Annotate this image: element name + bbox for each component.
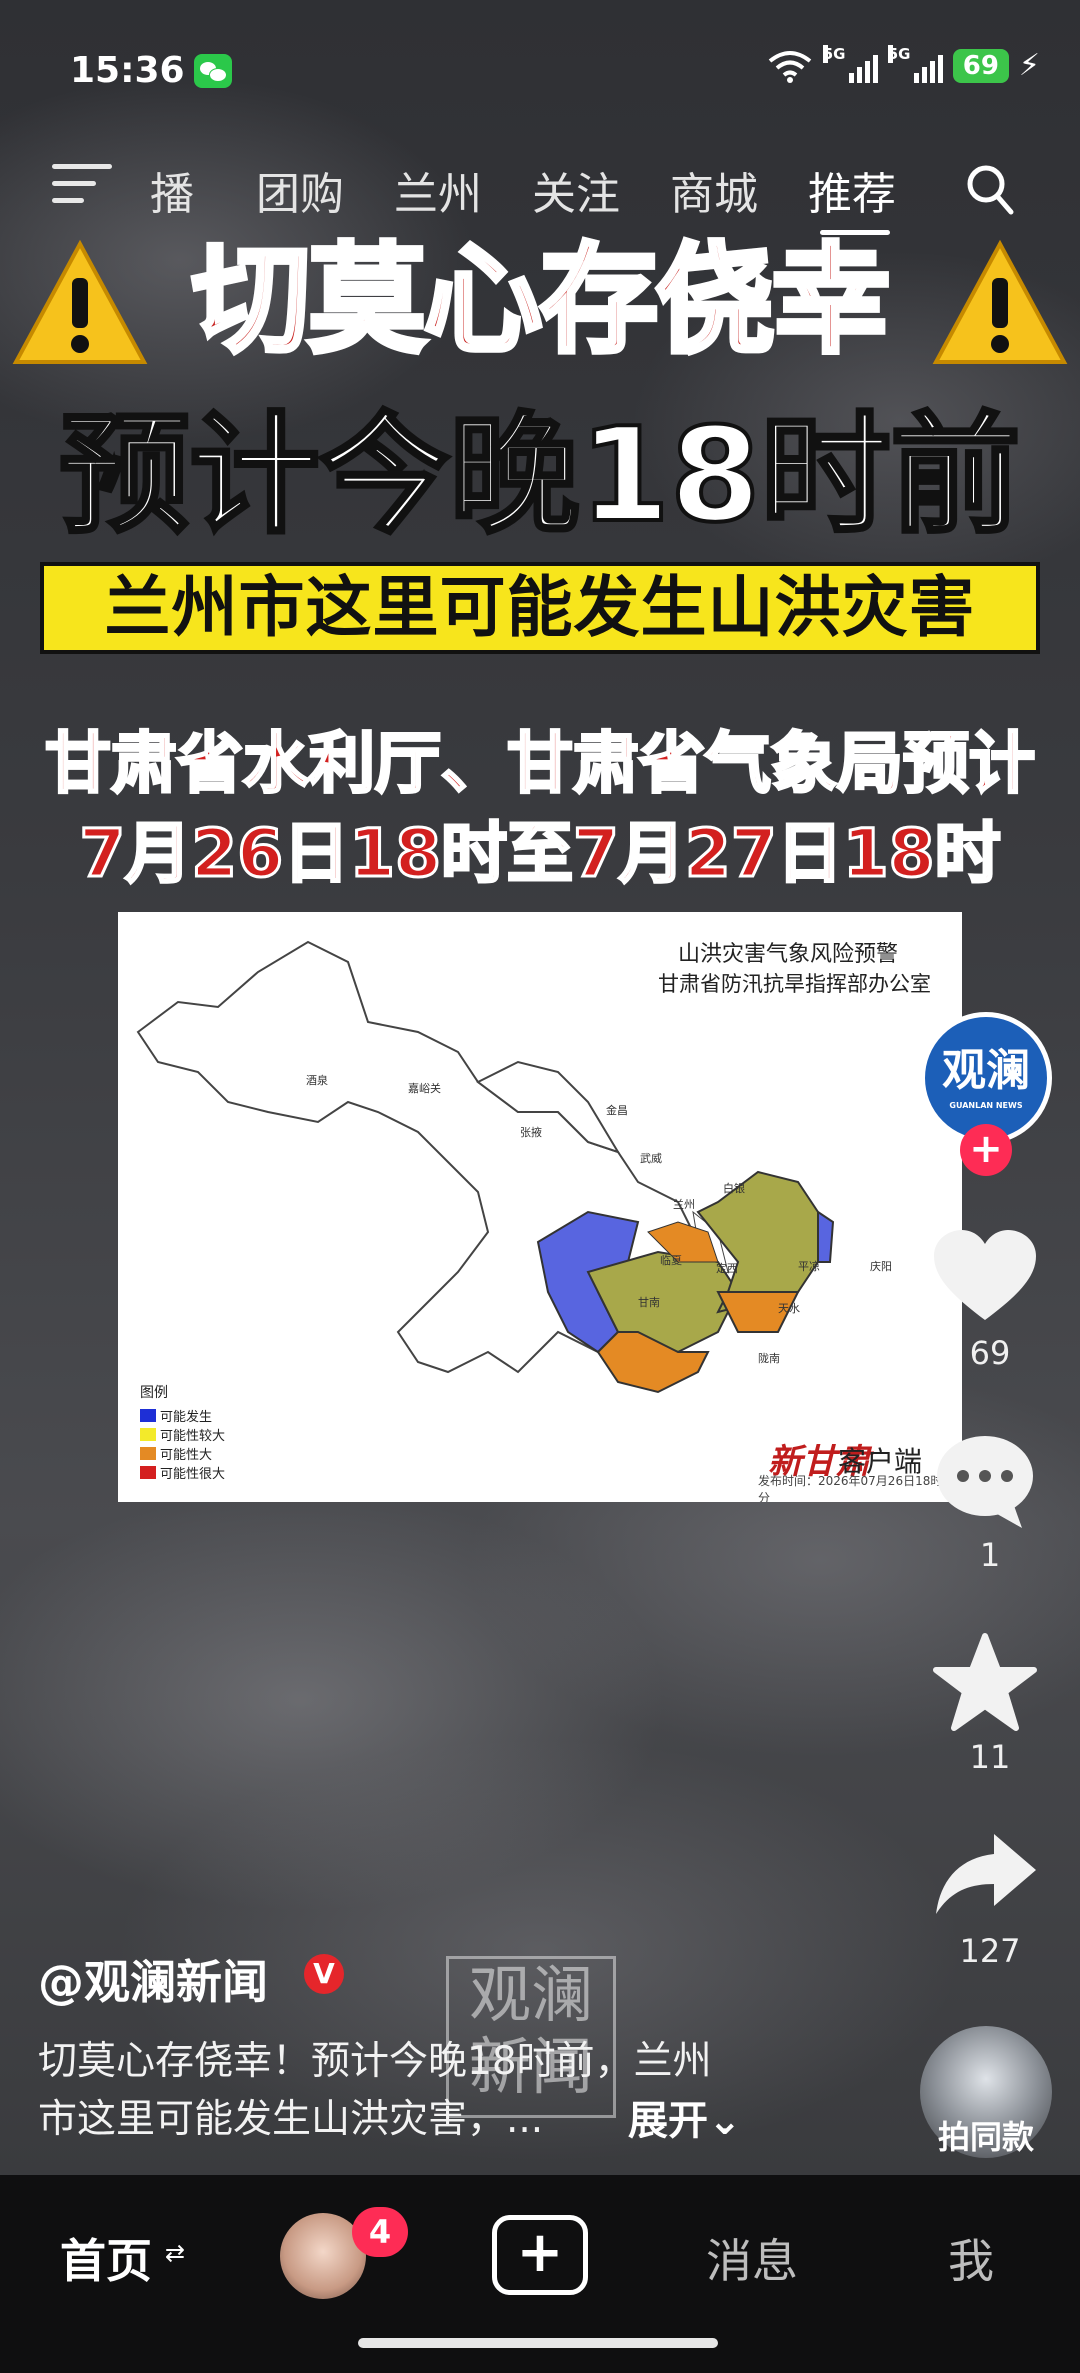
wechat-notification-icon: [194, 54, 232, 88]
legend-row: 可能性很大: [140, 1463, 225, 1482]
legend-label: 可能性大: [160, 1448, 213, 1463]
legend-swatch: [140, 1466, 156, 1479]
status-bar: 15:36 5G 5G 69 ⚡: [0, 40, 1080, 100]
create-plus-button[interactable]: +: [492, 2215, 588, 2295]
flood-warning-map: 酒泉 嘉峪关 张掖 金昌 武威 白银 兰州 临夏 定西 甘南 平凉 天水 陇南 …: [118, 912, 962, 1502]
tab-following[interactable]: 关注: [532, 158, 620, 222]
menu-icon[interactable]: [52, 164, 112, 208]
charging-bolt-icon: ⚡: [1018, 48, 1040, 83]
legend-label: 可能发生: [160, 1410, 213, 1425]
place-label: 平凉: [798, 1260, 820, 1273]
map-legend: 图例 可能发生 可能性较大 可能性大 可能性很大: [140, 1382, 225, 1482]
video-headline-2: 预计今晚18时前: [58, 398, 1023, 552]
video-headline: 切莫心存侥幸: [189, 229, 892, 372]
network-type-1: 5G: [822, 44, 846, 63]
like-count: 69: [969, 1334, 1011, 1372]
signal-icon-2: 5G: [887, 44, 943, 83]
tab-lanzhou[interactable]: 兰州: [394, 158, 482, 222]
place-label: 张掖: [520, 1126, 542, 1139]
post-description-line-2: 市这里可能发生山洪灾害，...: [38, 2097, 544, 2142]
tab-messages[interactable]: 消息: [706, 2225, 798, 2291]
home-indicator[interactable]: [358, 2338, 718, 2348]
post-description-line-1: 切莫心存侥幸！预计今晚18时前，兰州: [38, 2039, 712, 2084]
legend-label: 可能性很大: [160, 1467, 226, 1482]
place-label: 嘉峪关: [408, 1082, 441, 1095]
warning-icon-right: [930, 238, 1070, 368]
top-nav: 播 团购 兰州 关注 商城 推荐: [0, 150, 1080, 235]
map-title: 山洪灾害气象风险预警: [678, 942, 899, 967]
legend-row: 可能性大: [140, 1444, 225, 1463]
same-style-label[interactable]: 拍同款: [900, 2112, 1072, 2158]
map-org: 甘肃省防汛抗旱指挥部办公室: [658, 972, 931, 996]
video-banner: 兰州市这里可能发生山洪灾害: [40, 562, 1040, 654]
expand-label: 展开: [628, 2098, 708, 2144]
place-label: 酒泉: [306, 1074, 328, 1087]
place-label: 甘南: [638, 1296, 660, 1309]
comment-icon[interactable]: [930, 1430, 1040, 1530]
tab-group-buy[interactable]: 团购: [256, 158, 344, 222]
favorite-count: 11: [969, 1738, 1011, 1776]
battery-indicator: 69: [952, 48, 1009, 83]
place-label: 兰州: [673, 1198, 695, 1211]
place-label: 天水: [778, 1302, 800, 1315]
tab-me[interactable]: 我: [948, 2225, 994, 2291]
verified-badge: V: [304, 1954, 344, 1994]
home-switch-icon[interactable]: ⇄: [165, 2239, 185, 2267]
legend-row: 可能发生: [140, 1406, 225, 1425]
place-label: 临夏: [660, 1254, 682, 1267]
share-arrow-icon[interactable]: [930, 1826, 1040, 1926]
legend-row: 可能性较大: [140, 1425, 225, 1444]
like-heart-icon[interactable]: [930, 1228, 1040, 1328]
wifi-icon: [767, 49, 813, 83]
tab-recommended[interactable]: 推荐: [808, 158, 896, 222]
friends-badge: 4: [352, 2207, 408, 2257]
author-avatar-subtext: GUANLAN NEWS: [949, 1101, 1023, 1110]
share-count: 127: [959, 1932, 1021, 1970]
author-username[interactable]: @观澜新闻: [38, 1946, 268, 2012]
tab-home[interactable]: 首页: [60, 2225, 152, 2291]
place-label: 白银: [723, 1182, 745, 1195]
status-time: 15:36: [70, 50, 185, 91]
legend-label: 可能性较大: [160, 1429, 226, 1444]
legend-swatch: [140, 1428, 156, 1441]
comment-count: 1: [979, 1536, 1001, 1574]
place-label: 定西: [716, 1262, 738, 1275]
network-type-2: 5G: [887, 44, 911, 63]
signal-icon-1: 5G: [822, 44, 878, 83]
place-label: 武威: [640, 1152, 662, 1165]
legend-swatch: [140, 1447, 156, 1460]
favorite-star-icon[interactable]: [930, 1632, 1040, 1732]
place-label: 庆阳: [870, 1260, 892, 1273]
follow-plus-button[interactable]: +: [960, 1124, 1012, 1176]
tab-live[interactable]: 播: [150, 158, 194, 222]
place-label: 金昌: [606, 1104, 628, 1117]
author-avatar-text: 观澜: [942, 1045, 1030, 1096]
chevron-down-icon: ⌄: [708, 2098, 742, 2144]
tab-mall[interactable]: 商城: [670, 158, 758, 222]
status-right: 5G 5G 69 ⚡: [767, 44, 1040, 83]
warning-icon-left: [10, 238, 150, 368]
legend-swatch: [140, 1409, 156, 1422]
search-icon[interactable]: [965, 162, 1015, 216]
expand-button[interactable]: 展开⌄: [628, 2088, 742, 2146]
legend-title: 图例: [140, 1385, 168, 1401]
video-subline-2: 7月26日18时至7月27日18时: [78, 814, 1002, 894]
video-subline-1: 甘肃省水利厅、甘肃省气象局预计: [44, 724, 1037, 804]
gansu-map-shape: [136, 940, 835, 1394]
place-label: 陇南: [758, 1352, 780, 1365]
